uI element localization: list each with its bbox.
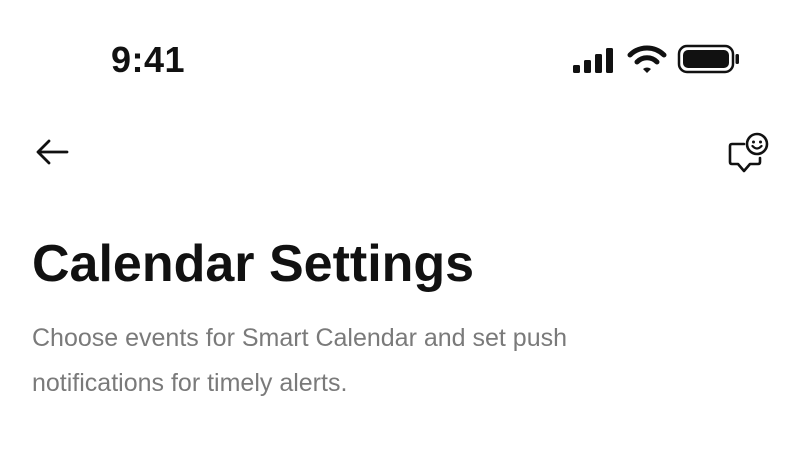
back-button[interactable]: [28, 130, 76, 174]
arrow-left-icon: [36, 139, 69, 165]
feedback-button[interactable]: [722, 126, 776, 180]
status-bar: 9:41: [0, 0, 800, 110]
status-icons: [572, 42, 742, 78]
page-title: Calendar Settings: [32, 235, 475, 293]
battery-icon: [677, 44, 739, 74]
page-description: Choose events for Smart Calendar and set…: [32, 324, 568, 397]
status-time: 9:41: [111, 39, 186, 80]
cellular-signal-icon: [573, 48, 613, 73]
wifi-icon: [627, 45, 667, 73]
navigation-bar: [0, 120, 800, 184]
smiley-chat-icon: [728, 132, 769, 173]
